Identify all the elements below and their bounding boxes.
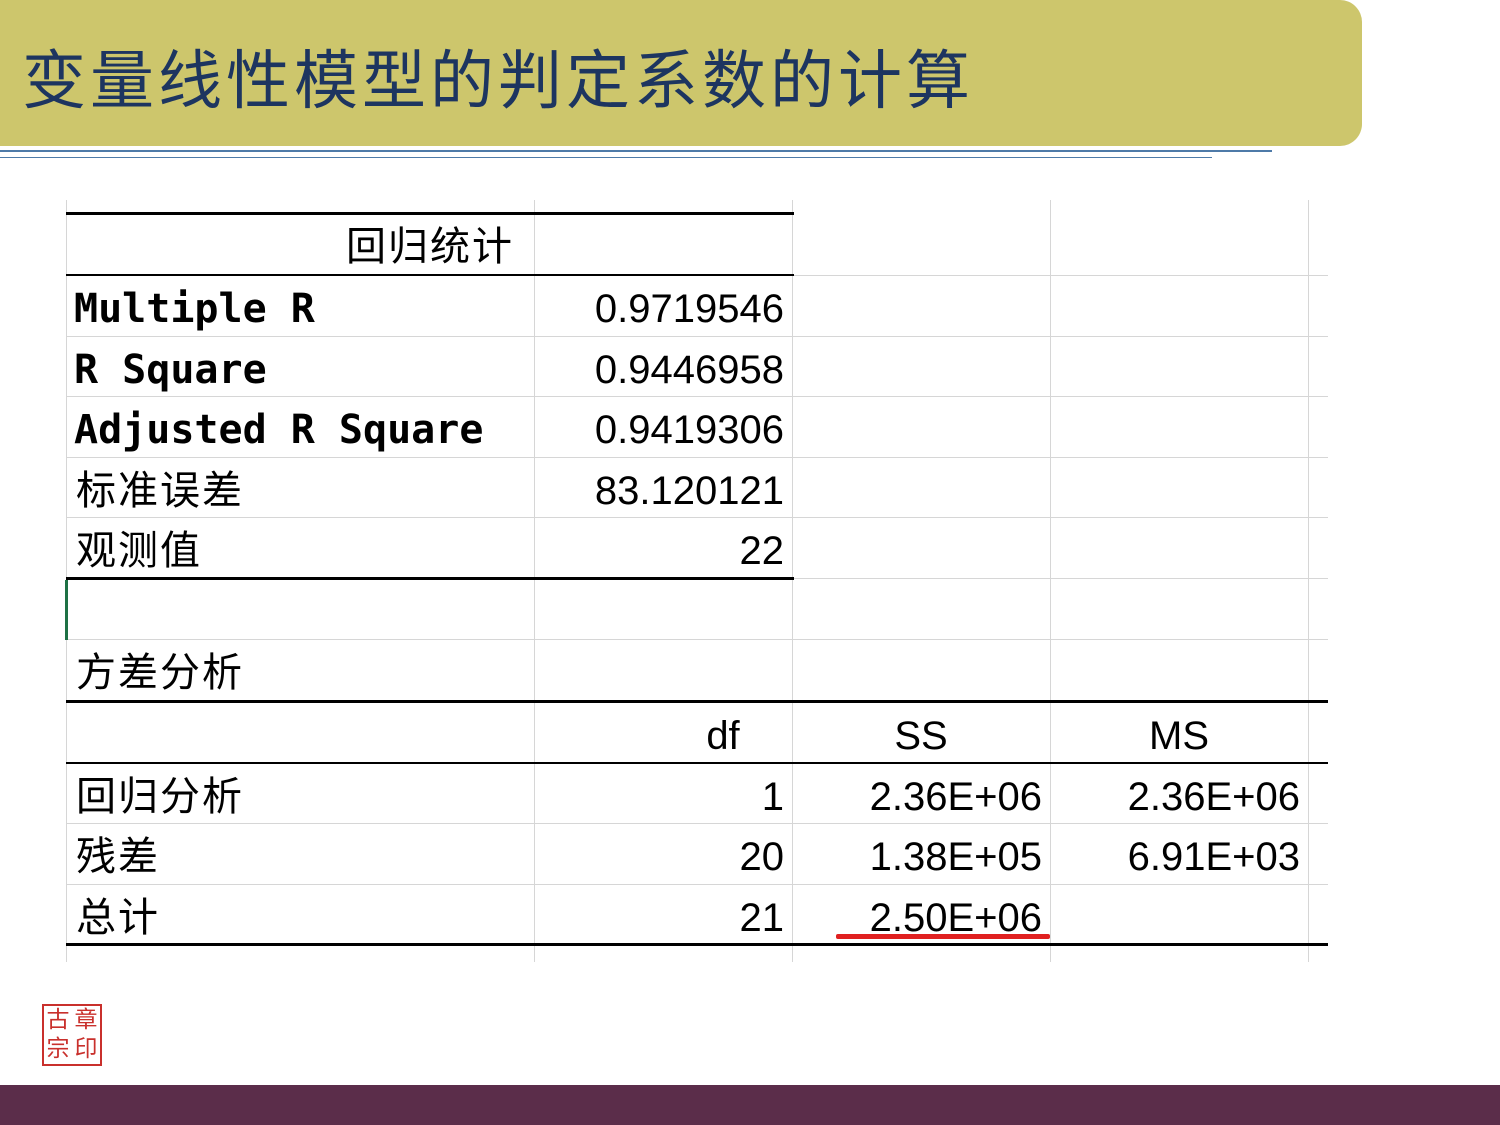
anova-ms-total: [1052, 887, 1300, 947]
seal-char: 古: [46, 1007, 70, 1033]
seal-char: 章: [74, 1007, 98, 1033]
grid-vline: [1050, 200, 1051, 962]
regression-stats-header: 回归统计: [346, 224, 514, 270]
title-band: 变量线性模型的判定系数的计算: [0, 0, 1362, 146]
slide-title: 变量线性模型的判定系数的计算: [22, 45, 974, 119]
stats-label-standard-error: 标准误差: [76, 468, 244, 514]
anova-ms-regression: 2.36E+06: [1127, 775, 1300, 819]
anova-label-residual: 残差: [76, 834, 160, 880]
anova-header-ms: MS: [1149, 714, 1209, 758]
anova-df-regression: 1: [761, 775, 784, 819]
anova-ms-residual: 6.91E+03: [1127, 835, 1300, 879]
anova-df-residual: 20: [739, 835, 785, 879]
stats-value-observations: 22: [739, 529, 785, 573]
stats-value-adjusted-r-square: 0.9419306: [594, 408, 784, 452]
grid-vline: [792, 200, 793, 962]
anova-ss-residual: 1.38E+05: [869, 835, 1042, 879]
anova-header-ss: SS: [894, 714, 948, 758]
stats-label-adjusted-r-square: Adjusted R Square: [74, 407, 484, 453]
anova-df-total: 21: [739, 896, 785, 940]
seal-char: 宗: [46, 1036, 70, 1062]
seal-char: 印: [74, 1036, 98, 1062]
stats-label-multiple-r: Multiple R: [74, 286, 315, 332]
selected-cell-marker: [65, 580, 68, 640]
anova-label-regression: 回归分析: [76, 774, 244, 820]
stats-value-r-square: 0.9446958: [594, 348, 784, 392]
grid-vline: [534, 200, 535, 962]
title-rule-top: [0, 150, 1272, 152]
anova-label-total: 总计: [76, 895, 160, 941]
stats-value-multiple-r: 0.9719546: [594, 287, 784, 331]
grid-vline: [1308, 200, 1309, 962]
title-rule-bottom: [0, 157, 1212, 158]
stats-label-r-square: R Square: [74, 347, 267, 393]
highlight-underline: [836, 934, 1050, 939]
stats-value-standard-error: 83.120121: [594, 469, 784, 513]
anova-header-df: df: [706, 714, 740, 758]
bottom-band: [0, 1085, 1500, 1125]
grid-hline: [66, 639, 1328, 640]
anova-title: 方差分析: [76, 650, 244, 696]
seal-logo: 古 章 宗 印: [42, 1004, 102, 1066]
regression-output-table: 回归统计 Multiple R 0.9719546 R Square 0.944…: [65, 200, 1328, 962]
anova-ss-regression: 2.36E+06: [869, 775, 1042, 819]
stats-label-observations: 观测值: [76, 528, 202, 574]
border-top-stats: [66, 212, 794, 215]
